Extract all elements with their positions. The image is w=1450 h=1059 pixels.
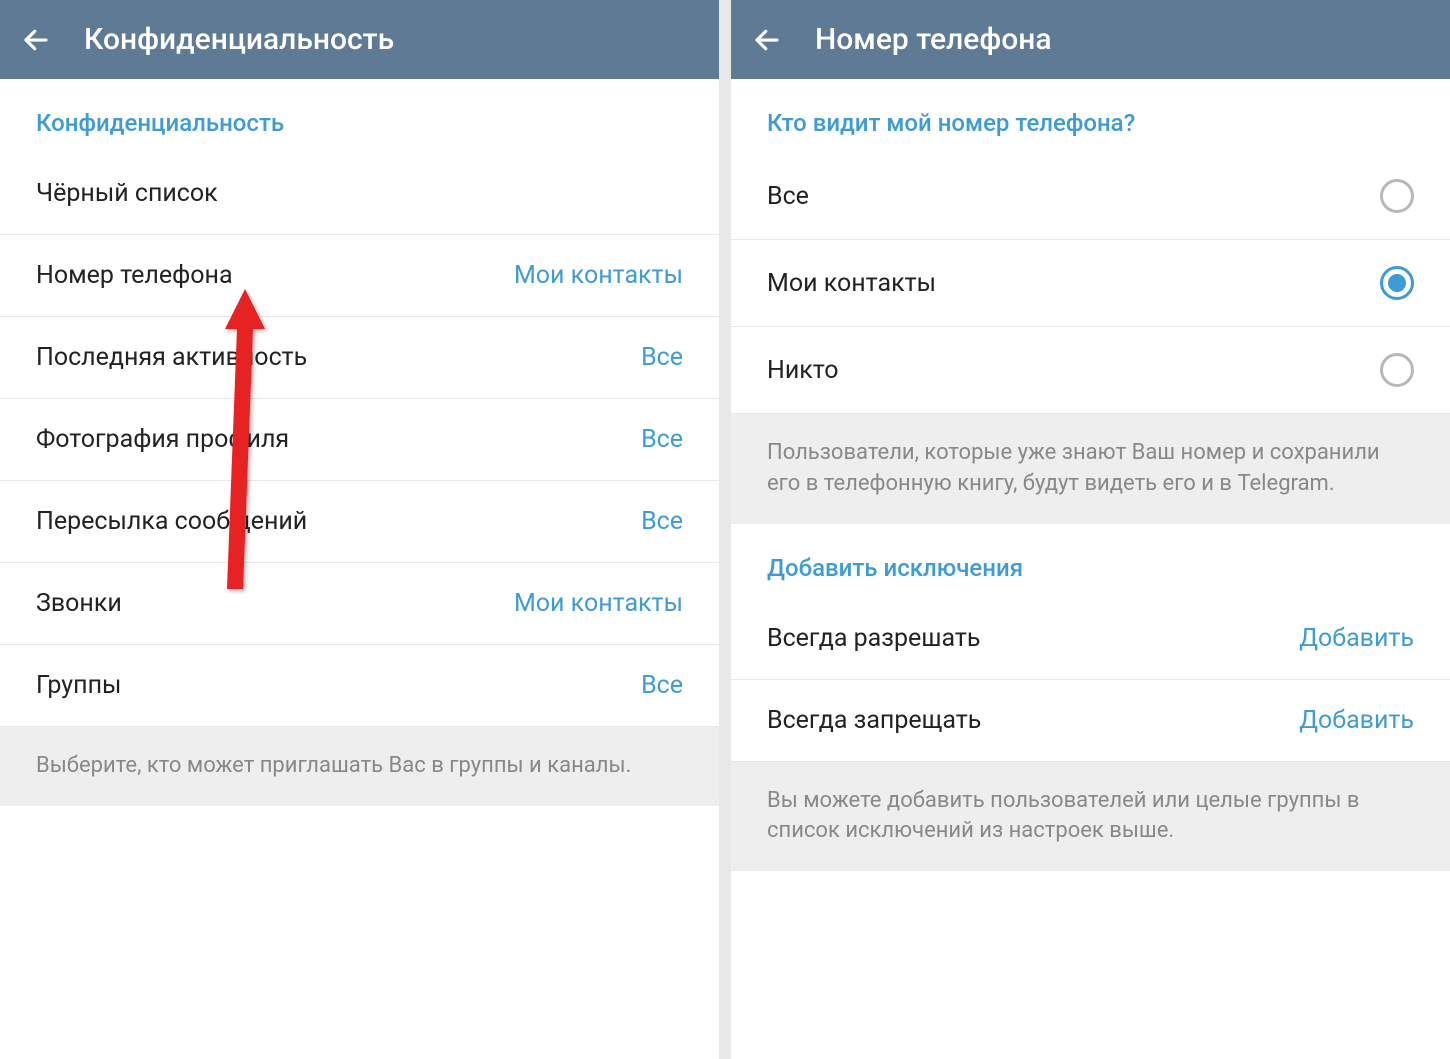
row-label: Чёрный список (36, 179, 218, 208)
header-title-left: Конфиденциальность (84, 22, 394, 57)
row-value: Все (641, 507, 683, 536)
row-label: Всегда запрещать (767, 706, 981, 735)
option-label: Все (767, 182, 809, 211)
blacklist-row[interactable]: Чёрный список (0, 153, 719, 235)
calls-row[interactable]: Звонки Мои контакты (0, 563, 719, 645)
option-my-contacts[interactable]: Мои контакты (731, 240, 1450, 327)
groups-info-text: Выберите, кто может приглашать Вас в гру… (0, 727, 719, 806)
add-button[interactable]: Добавить (1299, 706, 1414, 735)
add-button[interactable]: Добавить (1299, 624, 1414, 653)
row-label: Пересылка сообщений (36, 507, 307, 536)
always-deny-row[interactable]: Всегда запрещать Добавить (731, 680, 1450, 762)
row-value: Все (641, 425, 683, 454)
row-label: Группы (36, 671, 121, 700)
row-value: Мои контакты (514, 261, 683, 290)
back-button-right[interactable] (751, 24, 783, 56)
phone-number-row[interactable]: Номер телефона Мои контакты (0, 235, 719, 317)
radio-icon (1380, 179, 1414, 213)
row-label: Всегда разрешать (767, 624, 981, 653)
row-value: Мои контакты (514, 589, 683, 618)
groups-row[interactable]: Группы Все (0, 645, 719, 727)
profile-photo-row[interactable]: Фотография профиля Все (0, 399, 719, 481)
back-button-left[interactable] (20, 24, 52, 56)
exceptions-header: Добавить исключения (731, 524, 1450, 598)
option-label: Мои контакты (767, 269, 936, 298)
row-value: Все (641, 671, 683, 700)
option-everyone[interactable]: Все (731, 153, 1450, 240)
exceptions-info-text: Вы можете добавить пользователей или цел… (731, 762, 1450, 872)
always-allow-row[interactable]: Всегда разрешать Добавить (731, 598, 1450, 680)
row-label: Последняя активность (36, 343, 307, 372)
option-label: Никто (767, 356, 839, 385)
header-left: Конфиденциальность (0, 0, 719, 79)
arrow-left-icon (752, 25, 782, 55)
header-title-right: Номер телефона (815, 22, 1052, 57)
content-right: Кто видит мой номер телефона? Все Мои ко… (731, 79, 1450, 1059)
content-left: Конфиденциальность Чёрный список Номер т… (0, 79, 719, 1059)
forwarded-messages-row[interactable]: Пересылка сообщений Все (0, 481, 719, 563)
privacy-settings-screen: Конфиденциальность Конфиденциальность Чё… (0, 0, 719, 1059)
header-right: Номер телефона (731, 0, 1450, 79)
arrow-left-icon (21, 25, 51, 55)
privacy-section-header: Конфиденциальность (0, 79, 719, 153)
last-seen-row[interactable]: Последняя активность Все (0, 317, 719, 399)
visibility-info-text: Пользователи, которые уже знают Ваш номе… (731, 414, 1450, 524)
row-value: Все (641, 343, 683, 372)
row-label: Звонки (36, 589, 122, 618)
row-label: Номер телефона (36, 261, 233, 290)
phone-number-settings-screen: Номер телефона Кто видит мой номер телеф… (731, 0, 1450, 1059)
who-sees-header: Кто видит мой номер телефона? (731, 79, 1450, 153)
option-nobody[interactable]: Никто (731, 327, 1450, 414)
radio-icon (1380, 266, 1414, 300)
row-label: Фотография профиля (36, 425, 289, 454)
radio-icon (1380, 353, 1414, 387)
